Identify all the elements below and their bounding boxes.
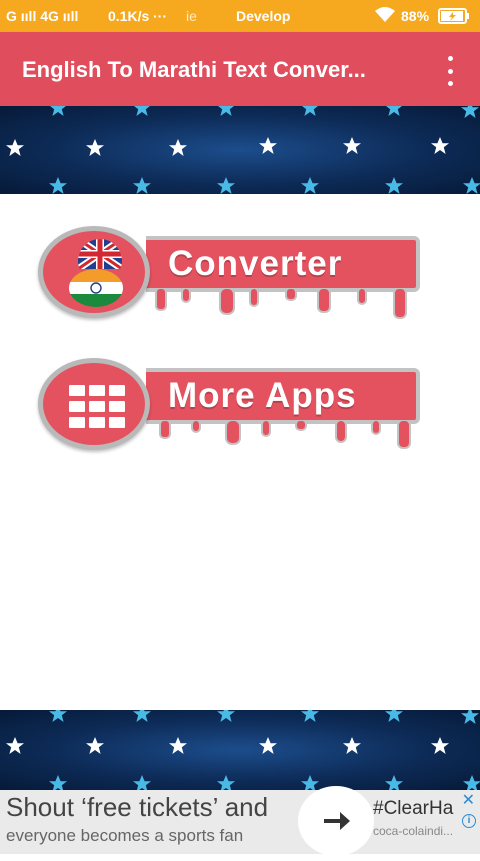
ad-go-button[interactable] <box>298 786 374 856</box>
paint-drips <box>155 288 407 319</box>
wifi-icon <box>374 6 396 27</box>
ad-advertiser: coca-colaindi... <box>373 824 454 838</box>
india-flag-icon <box>69 269 123 307</box>
ad-banner[interactable]: Shout ‘free tickets’ and everyone become… <box>0 786 480 856</box>
apps-grid-icon <box>69 385 125 428</box>
paint-drips <box>159 420 411 449</box>
ad-info-icon[interactable]: i <box>462 814 476 828</box>
star-banner-bottom <box>0 710 480 790</box>
battery-percent: 88% <box>401 8 430 24</box>
app-title: English To Marathi Text Conver... <box>22 57 366 82</box>
ad-hashtag: #ClearHa <box>373 798 454 819</box>
ad-subline: everyone becomes a sports fan <box>6 826 244 845</box>
notification-dots: ··· <box>153 8 167 24</box>
arrow-right-icon <box>324 812 350 830</box>
notification-icon: ie <box>186 8 197 24</box>
more-apps-label: More Apps <box>146 368 420 424</box>
status-center-text: Develop <box>236 8 291 24</box>
converter-button[interactable]: Converter <box>38 226 422 322</box>
uk-flag-icon <box>78 239 122 269</box>
more-vert-icon[interactable] <box>440 56 460 86</box>
converter-circle <box>38 226 150 318</box>
status-bar: G ııll 4G ııll 0.1K/s ··· ie Develop 88% <box>0 0 480 32</box>
app-bar: English To Marathi Text Conver... <box>0 32 480 106</box>
ad-headline: Shout ‘free tickets’ and <box>6 792 269 822</box>
more-apps-circle <box>38 358 150 450</box>
star-banner-top <box>0 106 480 194</box>
ad-close-icon[interactable]: ✕ <box>462 790 475 810</box>
network-speed: 0.1K/s <box>108 8 150 24</box>
more-apps-button[interactable]: More Apps <box>38 358 422 454</box>
battery-icon <box>438 8 470 27</box>
signal-indicator: G ııll 4G ııll <box>6 8 79 24</box>
converter-label: Converter <box>146 236 420 292</box>
